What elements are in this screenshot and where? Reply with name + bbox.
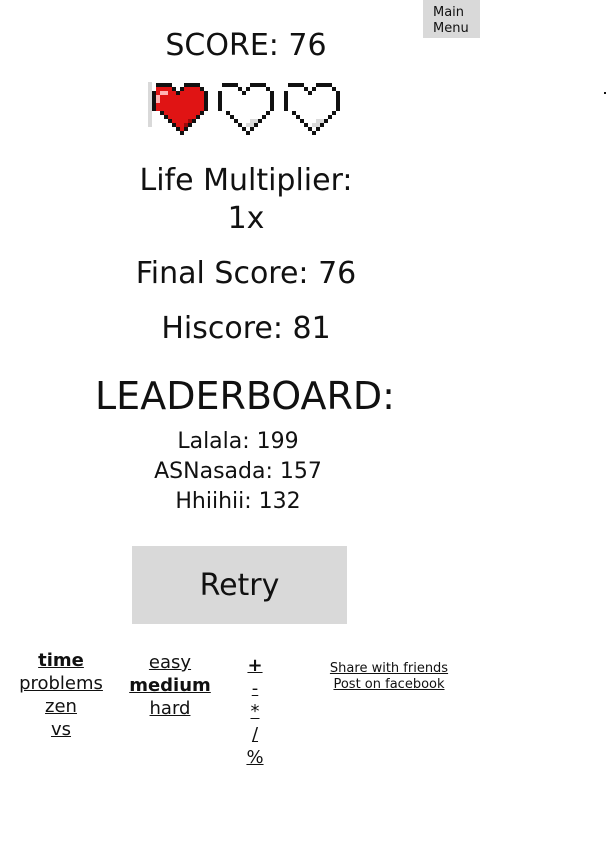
operator-option-divide[interactable]: / — [240, 723, 270, 746]
mode-option-zen[interactable]: zen — [10, 695, 112, 718]
operator-option-minus[interactable]: - — [240, 677, 270, 700]
share-links: Share with friends Post on facebook — [316, 661, 462, 693]
stray-dot — [604, 92, 606, 94]
final-score: Final Score: 76 — [135, 256, 357, 291]
retry-button[interactable]: Retry — [132, 546, 347, 624]
heart-slot-3 — [278, 74, 342, 144]
leaderboard-entry: Lalala: 199 — [177, 429, 299, 454]
heart-empty-icon — [284, 83, 340, 135]
main-menu-label-line2: Menu — [433, 21, 469, 36]
operator-option-plus[interactable]: + — [240, 654, 270, 677]
lives-hearts-row — [146, 74, 346, 144]
mode-option-problems[interactable]: problems — [10, 672, 112, 695]
post-on-facebook-link[interactable]: Post on facebook — [316, 677, 462, 693]
heart-full-icon — [148, 82, 208, 135]
hiscore: Hiscore: 81 — [161, 311, 331, 346]
heart-empty-icon — [218, 83, 274, 135]
leaderboard-title: LEADERBOARD: — [95, 374, 395, 418]
score-label: SCORE: 76 — [165, 28, 327, 63]
leaderboard-entry: Hhiihii: 132 — [175, 489, 301, 514]
main-menu-label-line1: Main — [433, 5, 465, 20]
main-menu-button[interactable]: Main Menu — [423, 0, 480, 38]
difficulty-option-hard[interactable]: hard — [122, 697, 218, 720]
heart-slot-1 — [146, 74, 210, 144]
operator-selector: + - * / % — [240, 654, 270, 769]
mode-option-vs[interactable]: vs — [10, 718, 112, 741]
mode-option-time[interactable]: time — [10, 649, 112, 672]
operator-option-multiply[interactable]: * — [240, 700, 270, 723]
difficulty-option-easy[interactable]: easy — [122, 651, 218, 674]
share-with-friends-link[interactable]: Share with friends — [316, 661, 462, 677]
difficulty-selector: easy medium hard — [122, 651, 218, 720]
life-multiplier-label: Life Multiplier: — [139, 163, 353, 198]
leaderboard-list: Lalala: 199 ASNasada: 157 Hhiihii: 132 — [130, 427, 346, 517]
life-multiplier: Life Multiplier: 1x — [120, 162, 372, 238]
life-multiplier-value: 1x — [227, 201, 265, 236]
operator-option-modulo[interactable]: % — [240, 746, 270, 769]
leaderboard-entry: ASNasada: 157 — [154, 459, 322, 484]
heart-slot-2 — [212, 74, 276, 144]
difficulty-option-medium[interactable]: medium — [122, 674, 218, 697]
mode-selector: time problems zen vs — [10, 649, 112, 741]
